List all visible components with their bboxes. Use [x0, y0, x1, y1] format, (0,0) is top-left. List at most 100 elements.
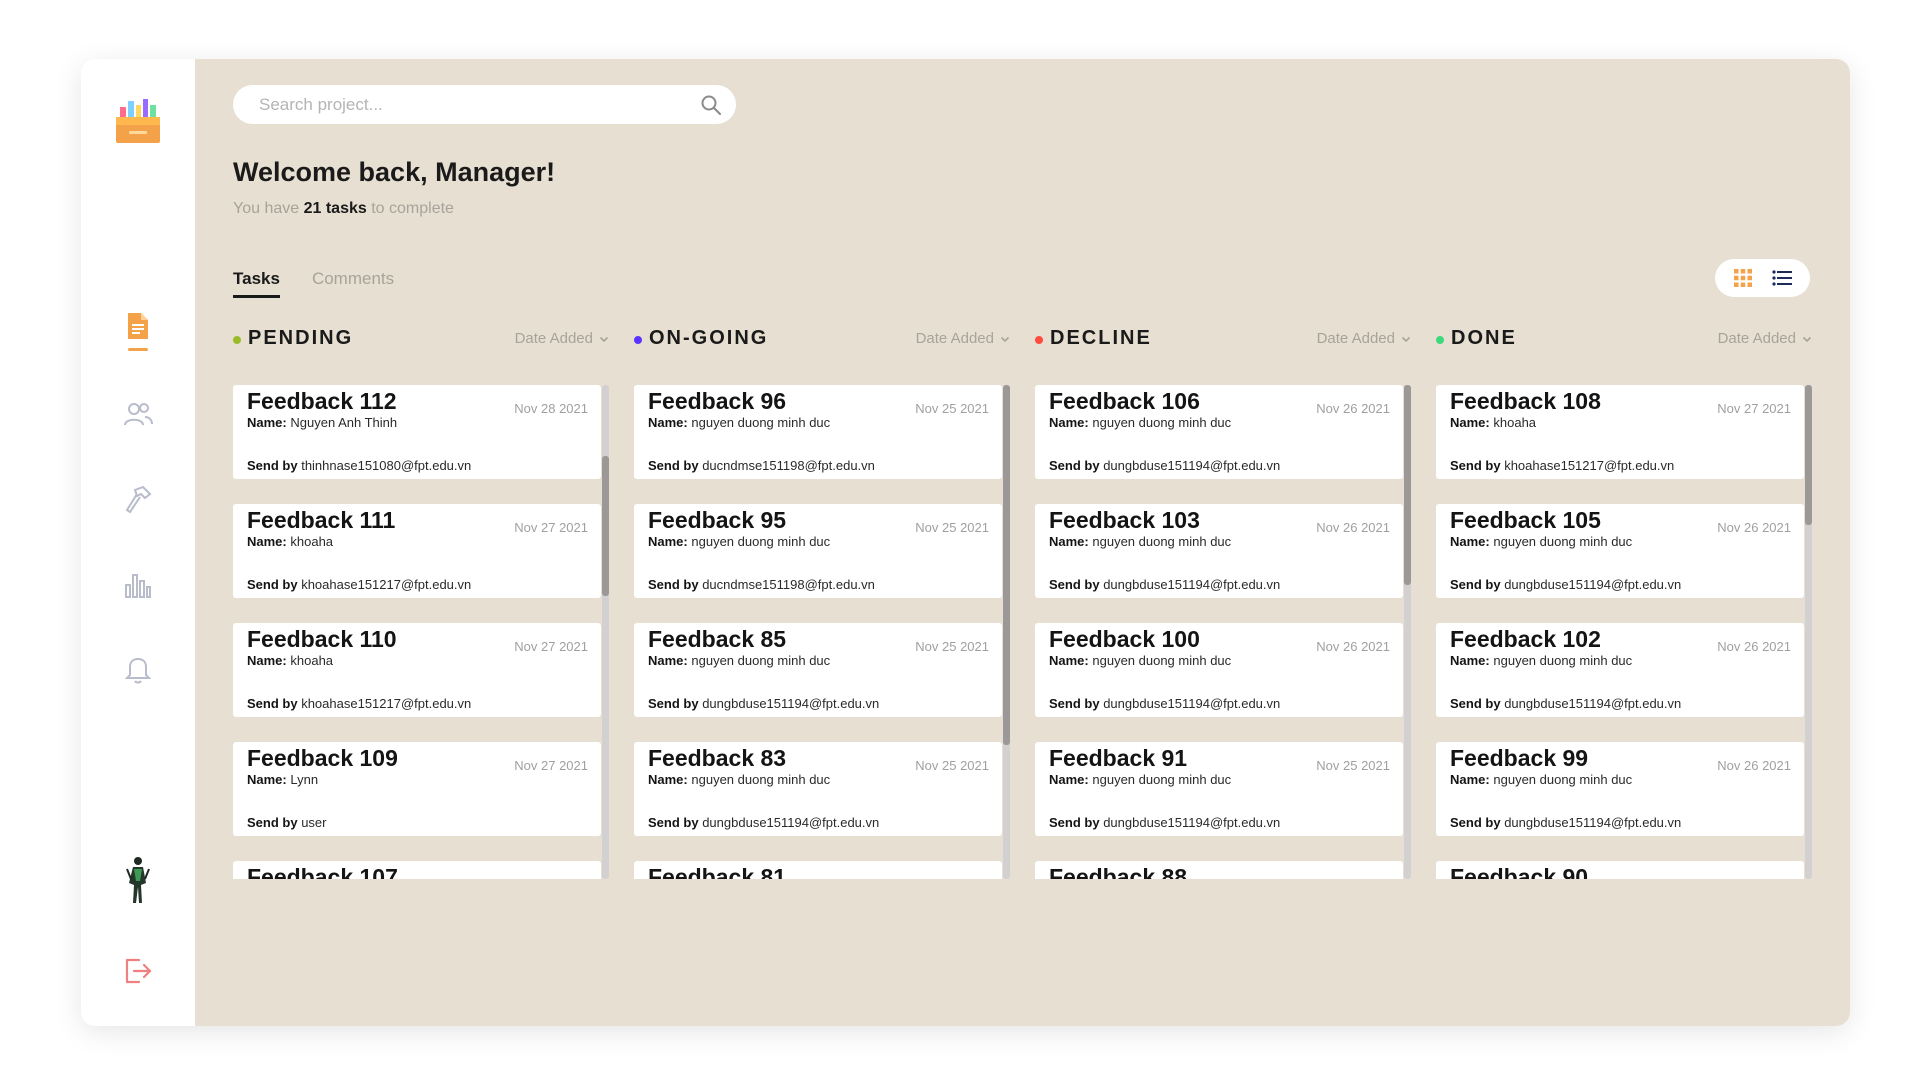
- feedback-card[interactable]: Feedback 88 Nov 25 2021: [1035, 861, 1403, 879]
- feedback-card[interactable]: Feedback 106 Nov 26 2021 Name: nguyen duo…: [1035, 385, 1403, 479]
- sender-value: dungbduse151194@fpt.edu.vn: [1504, 696, 1682, 711]
- document-icon[interactable]: [122, 310, 154, 342]
- scrollbar-thumb[interactable]: [1404, 385, 1411, 585]
- user-avatar-icon[interactable]: [121, 855, 155, 905]
- card-title: Feedback 99: [1450, 745, 1589, 771]
- feedback-card[interactable]: Feedback 105 Nov 26 2021 Name: nguyen duo…: [1436, 504, 1804, 598]
- main-content: Welcome back, Manager! You have 21 tasks…: [195, 59, 1850, 1026]
- feedback-card[interactable]: Feedback 100 Nov 26 2021 Name: nguyen duo…: [1035, 623, 1403, 717]
- card-title: Feedback 85: [648, 626, 787, 652]
- send-by-label: Send by: [1450, 696, 1501, 711]
- name-label: Name:: [247, 772, 287, 787]
- paint-box-logo-icon[interactable]: [112, 95, 164, 147]
- card-title: Feedback 103: [1049, 507, 1200, 533]
- card-title: Feedback 105: [1450, 507, 1601, 533]
- card-name: Name: nguyen duong minh duc: [1450, 534, 1632, 549]
- column-header: DONE Date Added: [1436, 323, 1812, 357]
- send-by-label: Send by: [1049, 696, 1100, 711]
- card-name: Name: nguyen duong minh duc: [648, 653, 830, 668]
- search-input[interactable]: [259, 94, 700, 115]
- scrollbar-thumb[interactable]: [602, 456, 609, 596]
- column-title: PENDING: [248, 327, 354, 349]
- card-date: Nov 27 2021: [514, 758, 588, 773]
- feedback-card[interactable]: Feedback 103 Nov 26 2021 Name: nguyen duo…: [1035, 504, 1403, 598]
- sender-value: dungbduse151194@fpt.edu.vn: [702, 815, 880, 830]
- send-by-label: Send by: [1450, 577, 1501, 592]
- task-count: 21 tasks: [303, 200, 367, 217]
- feedback-card[interactable]: Feedback 95 Nov 25 2021 Name: nguyen duon…: [634, 504, 1002, 598]
- grid-icon[interactable]: [1732, 267, 1754, 289]
- card-name: Name: nguyen duong minh duc: [1049, 534, 1231, 549]
- name-label: Name:: [1450, 415, 1490, 430]
- name-value: nguyen duong minh duc: [691, 415, 831, 430]
- feedback-card[interactable]: Feedback 99 Nov 26 2021 Name: nguyen duon…: [1436, 742, 1804, 836]
- feedback-card[interactable]: Feedback 83 Nov 25 2021 Name: nguyen duon…: [634, 742, 1002, 836]
- sort-dropdown[interactable]: Date Added: [916, 330, 1010, 347]
- send-by-label: Send by: [648, 696, 699, 711]
- sort-dropdown[interactable]: Date Added: [1317, 330, 1411, 347]
- card-date: Nov 25 2021: [915, 401, 989, 416]
- users-icon[interactable]: [122, 398, 154, 430]
- send-by-label: Send by: [247, 696, 298, 711]
- bell-icon[interactable]: [122, 653, 154, 685]
- scrollbar-track[interactable]: [1003, 385, 1010, 879]
- list-icon[interactable]: [1771, 267, 1793, 289]
- sidebar: [81, 59, 195, 1026]
- chevron-down-icon: [599, 336, 609, 342]
- feedback-card[interactable]: Feedback 108 Nov 27 2021 Name: khoaha Send…: [1436, 385, 1804, 479]
- tab-tasks[interactable]: Tasks: [233, 269, 280, 298]
- card-title: Feedback 108: [1450, 388, 1601, 414]
- card-sender: Send by dungbduse151194@fpt.edu.vn: [648, 696, 879, 711]
- feedback-card[interactable]: Feedback 112 Nov 28 2021 Name: Nguyen Anh…: [233, 385, 601, 479]
- send-by-label: Send by: [1450, 458, 1501, 473]
- tab-comments[interactable]: Comments: [312, 269, 394, 298]
- scrollbar-track[interactable]: [602, 385, 609, 879]
- card-title: Feedback 90: [1450, 864, 1589, 879]
- sender-value: dungbduse151194@fpt.edu.vn: [1103, 815, 1281, 830]
- bar-chart-icon[interactable]: [122, 568, 154, 600]
- scrollbar-track[interactable]: [1404, 385, 1411, 879]
- sender-value: khoahase151217@fpt.edu.vn: [301, 696, 472, 711]
- card-list: Feedback 106 Nov 26 2021 Name: nguyen duo…: [1035, 385, 1411, 879]
- feedback-card[interactable]: Feedback 109 Nov 27 2021 Name: Lynn Send b…: [233, 742, 601, 836]
- feedback-card[interactable]: Feedback 107 Nov 27 2021: [233, 861, 601, 879]
- card-name: Name: nguyen duong minh duc: [1049, 772, 1231, 787]
- sort-label: Date Added: [1717, 330, 1796, 347]
- view-toggle: [1715, 259, 1810, 297]
- card-sender: Send by user: [247, 815, 327, 830]
- feedback-card[interactable]: Feedback 81 Nov 24 2021: [634, 861, 1002, 879]
- scrollbar-thumb[interactable]: [1805, 385, 1812, 525]
- feedback-card[interactable]: Feedback 85 Nov 25 2021 Name: nguyen duon…: [634, 623, 1002, 717]
- feedback-card[interactable]: Feedback 102 Nov 26 2021 Name: nguyen duo…: [1436, 623, 1804, 717]
- card-date: Nov 27 2021: [514, 877, 588, 879]
- name-value: nguyen duong minh duc: [1493, 653, 1633, 668]
- sort-dropdown[interactable]: Date Added: [1718, 330, 1812, 347]
- name-label: Name:: [247, 653, 287, 668]
- name-value: nguyen duong minh duc: [1092, 415, 1232, 430]
- card-name: Name: nguyen duong minh duc: [648, 534, 830, 549]
- card-date: Nov 26 2021: [1717, 639, 1791, 654]
- search-icon[interactable]: [700, 94, 722, 116]
- hammer-icon[interactable]: [122, 483, 154, 515]
- feedback-card[interactable]: Feedback 96 Nov 25 2021 Name: nguyen duon…: [634, 385, 1002, 479]
- sender-value: dungbduse151194@fpt.edu.vn: [1103, 696, 1281, 711]
- name-label: Name:: [648, 653, 688, 668]
- card-name: Name: Lynn: [247, 772, 318, 787]
- column-done: DONE Date Added Feedback 108 Nov 27 2021…: [1436, 323, 1812, 943]
- name-label: Name:: [247, 415, 287, 430]
- send-by-label: Send by: [247, 577, 298, 592]
- sort-label: Date Added: [514, 330, 593, 347]
- column-title: ON-GOING: [649, 327, 769, 349]
- feedback-card[interactable]: Feedback 91 Nov 25 2021 Name: nguyen duon…: [1035, 742, 1403, 836]
- send-by-label: Send by: [1049, 577, 1100, 592]
- card-sender: Send by dungbduse151194@fpt.edu.vn: [1450, 696, 1681, 711]
- feedback-card[interactable]: Feedback 90 Nov 25 2021: [1436, 861, 1804, 879]
- card-sender: Send by ducndmse151198@fpt.edu.vn: [648, 458, 875, 473]
- feedback-card[interactable]: Feedback 111 Nov 27 2021 Name: khoaha Send…: [233, 504, 601, 598]
- feedback-card[interactable]: Feedback 110 Nov 27 2021 Name: khoaha Send…: [233, 623, 601, 717]
- logout-icon[interactable]: [121, 955, 153, 987]
- sort-dropdown[interactable]: Date Added: [515, 330, 609, 347]
- scrollbar-thumb[interactable]: [1003, 385, 1010, 745]
- name-value: nguyen duong minh duc: [691, 653, 831, 668]
- scrollbar-track[interactable]: [1805, 385, 1812, 879]
